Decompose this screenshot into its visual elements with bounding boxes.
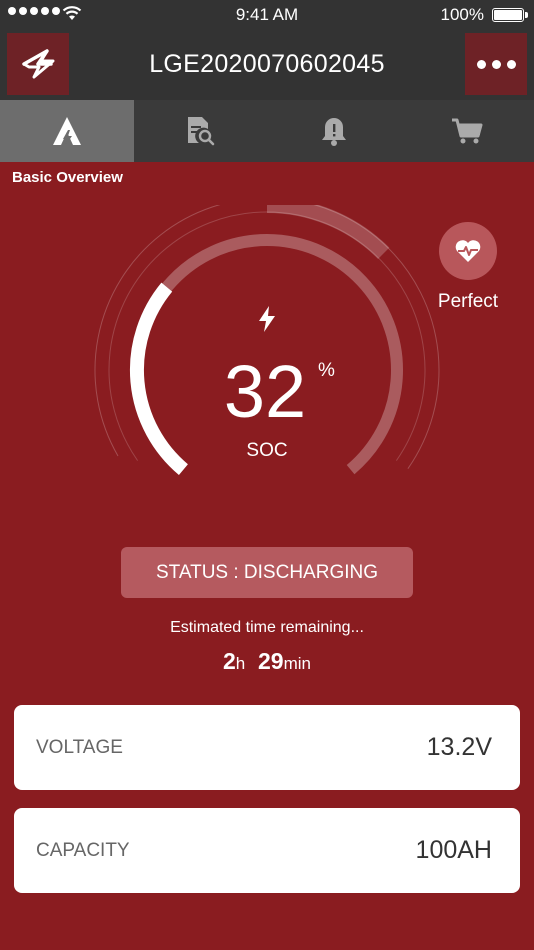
report-search-icon: [188, 117, 215, 146]
eta-hours-unit: h: [235, 654, 246, 673]
alarm-bell-icon: [321, 118, 346, 146]
capacity-card: CAPACITY 100AH: [14, 808, 520, 893]
back-arrow-logo-icon: [22, 49, 55, 79]
soc-unit: %: [318, 360, 335, 381]
voltage-card: VOLTAGE 13.2V: [14, 705, 520, 790]
section-title: Basic Overview: [12, 169, 123, 186]
heart-pulse-icon: [455, 240, 481, 262]
battery-icon: [492, 8, 528, 22]
nav-bar: LGE2020070602045: [0, 30, 534, 100]
shopping-cart-icon: [452, 118, 483, 144]
status-bar: 9:41 AM 100%: [0, 0, 534, 30]
voltage-value: 13.2V: [426, 733, 492, 761]
more-options-button[interactable]: [465, 33, 527, 95]
health-circle: [439, 222, 497, 280]
back-button[interactable]: [7, 33, 69, 95]
tab-overview[interactable]: [0, 100, 134, 162]
voltage-label: VOLTAGE: [36, 737, 123, 758]
gauge-value-arc: [129, 282, 188, 475]
tab-bar: [0, 100, 534, 162]
soc-label: SOC: [246, 440, 288, 461]
eta-hours: 2: [222, 648, 236, 674]
device-title: LGE2020070602045: [149, 50, 385, 78]
soc-value: 32: [223, 350, 307, 433]
overview-logo-icon: [52, 117, 81, 146]
capacity-value: 100AH: [415, 836, 492, 864]
eta-value: 2h 29min: [0, 648, 534, 675]
status-badge: STATUS : DISCHARGING: [121, 547, 413, 598]
eta-minutes-unit: min: [283, 654, 312, 673]
more-dots-icon: [476, 59, 516, 69]
tab-alarm[interactable]: [267, 100, 401, 162]
tab-shop[interactable]: [401, 100, 534, 162]
health-status[interactable]: Perfect: [433, 222, 503, 313]
eta-label: Estimated time remaining...: [170, 619, 364, 636]
charging-bolt-icon: [259, 306, 275, 332]
health-label: Perfect: [437, 291, 499, 312]
tab-report[interactable]: [134, 100, 268, 162]
battery-percent: 100%: [440, 5, 484, 24]
capacity-label: CAPACITY: [36, 840, 130, 861]
eta-minutes: 29: [258, 648, 284, 674]
